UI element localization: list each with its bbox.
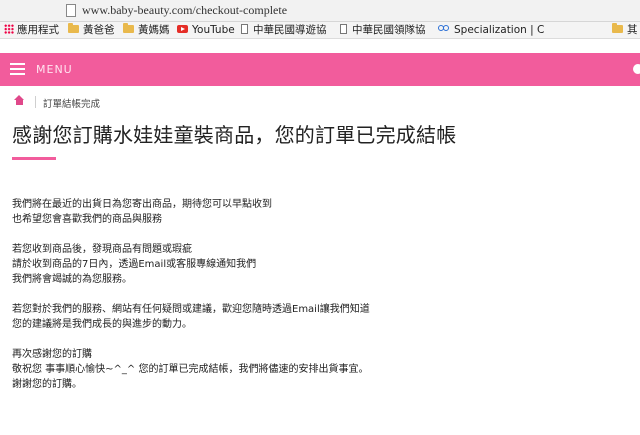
bookmark-label: 中華民國導遊協 xyxy=(253,24,327,36)
page-icon xyxy=(241,24,248,34)
breadcrumb-current: 訂單結帳完成 xyxy=(43,99,101,110)
message-line: 謝謝您的訂購。 xyxy=(12,379,82,390)
bookmark-label: 中華民國領隊協 xyxy=(352,24,426,36)
bookmark-youtube[interactable]: YouTube xyxy=(177,24,235,37)
message-line: 我們將在最近的出貨日為您寄出商品，期待您可以早點收到 xyxy=(12,199,272,210)
message-paragraph: 若您對於我們的服務、網站有任何疑問或建議，歡迎您隨時透過Email讓我們知道 您… xyxy=(12,302,612,332)
message-line: 敬祝您 事事順心愉快~^_^ 您的訂單已完成結帳，我們將儘速的安排出貨事宜。 xyxy=(12,364,369,375)
breadcrumb: 訂單結帳完成 xyxy=(0,95,640,115)
message-line: 您的建議將是我們成長的與進步的動力。 xyxy=(12,319,192,330)
hamburger-icon[interactable] xyxy=(10,63,25,75)
message-line: 請於收到商品的7日內，透過Email或客服專線通知我們 xyxy=(12,259,257,270)
bookmark-label: Specialization | C xyxy=(454,24,545,36)
message-paragraph: 若您收到商品後，發現商品有問題或瑕疵 請於收到商品的7日內，透過Email或客服… xyxy=(12,242,612,287)
bookmark-leader-assoc[interactable]: 中華民國領隊協 xyxy=(340,24,426,37)
breadcrumb-separator xyxy=(35,96,36,108)
bookmark-label: YouTube xyxy=(192,24,235,36)
order-complete-message: 我們將在最近的出貨日為您寄出商品，期待您可以早點收到 也希望您會喜歡我們的商品與… xyxy=(12,197,612,407)
folder-icon xyxy=(68,23,79,33)
message-line: 若您收到商品後，發現商品有問題或瑕疵 xyxy=(12,244,192,255)
folder-icon xyxy=(612,23,623,33)
bookmark-folder-dad[interactable]: 黃爸爸 xyxy=(68,23,115,37)
bookmark-label: 其 xyxy=(627,24,638,36)
message-paragraph: 再次感謝您的訂購 敬祝您 事事順心愉快~^_^ 您的訂單已完成結帳，我們將儘速的… xyxy=(12,347,612,392)
title-underline xyxy=(12,157,56,160)
message-line: 若您對於我們的服務、網站有任何疑問或建議，歡迎您隨時透過Email讓我們知道 xyxy=(12,304,370,315)
menu-bar: MENU xyxy=(0,53,640,86)
bookmark-label: 黃媽媽 xyxy=(138,24,170,36)
search-icon[interactable] xyxy=(633,64,640,74)
message-line: 再次感謝您的訂購 xyxy=(12,349,92,360)
folder-icon xyxy=(123,23,134,33)
apps-icon xyxy=(4,24,14,34)
bookmark-specialization[interactable]: Specialization | C xyxy=(438,24,544,37)
bookmarks-bar: 應用程式 黃爸爸 黃媽媽 YouTube 中華民國導遊協 中華民國領隊協 Spe… xyxy=(0,22,640,39)
message-paragraph: 我們將在最近的出貨日為您寄出商品，期待您可以早點收到 也希望您會喜歡我們的商品與… xyxy=(12,197,612,227)
address-bar[interactable]: www.baby-beauty.com/checkout-complete xyxy=(0,0,640,22)
bookmark-label: 黃爸爸 xyxy=(83,24,115,36)
page-icon xyxy=(340,24,347,34)
youtube-icon xyxy=(177,25,188,33)
message-line: 我們將會竭誠的為您服務。 xyxy=(12,274,132,285)
page-icon xyxy=(66,4,76,17)
bookmark-guide-assoc[interactable]: 中華民國導遊協 xyxy=(241,24,327,37)
bookmark-label: 應用程式 xyxy=(17,24,59,36)
specialization-icon xyxy=(438,25,450,33)
url-text[interactable]: www.baby-beauty.com/checkout-complete xyxy=(82,3,287,18)
bookmark-apps[interactable]: 應用程式 xyxy=(4,24,59,37)
bookmark-other[interactable]: 其 xyxy=(612,23,638,37)
page-title: 感謝您訂購水娃娃童裝商品，您的訂單已完成結帳 xyxy=(12,123,457,147)
message-line: 也希望您會喜歡我們的商品與服務 xyxy=(12,214,162,225)
menu-label[interactable]: MENU xyxy=(36,63,73,76)
bookmark-folder-mom[interactable]: 黃媽媽 xyxy=(123,23,170,37)
home-icon[interactable] xyxy=(14,95,24,107)
